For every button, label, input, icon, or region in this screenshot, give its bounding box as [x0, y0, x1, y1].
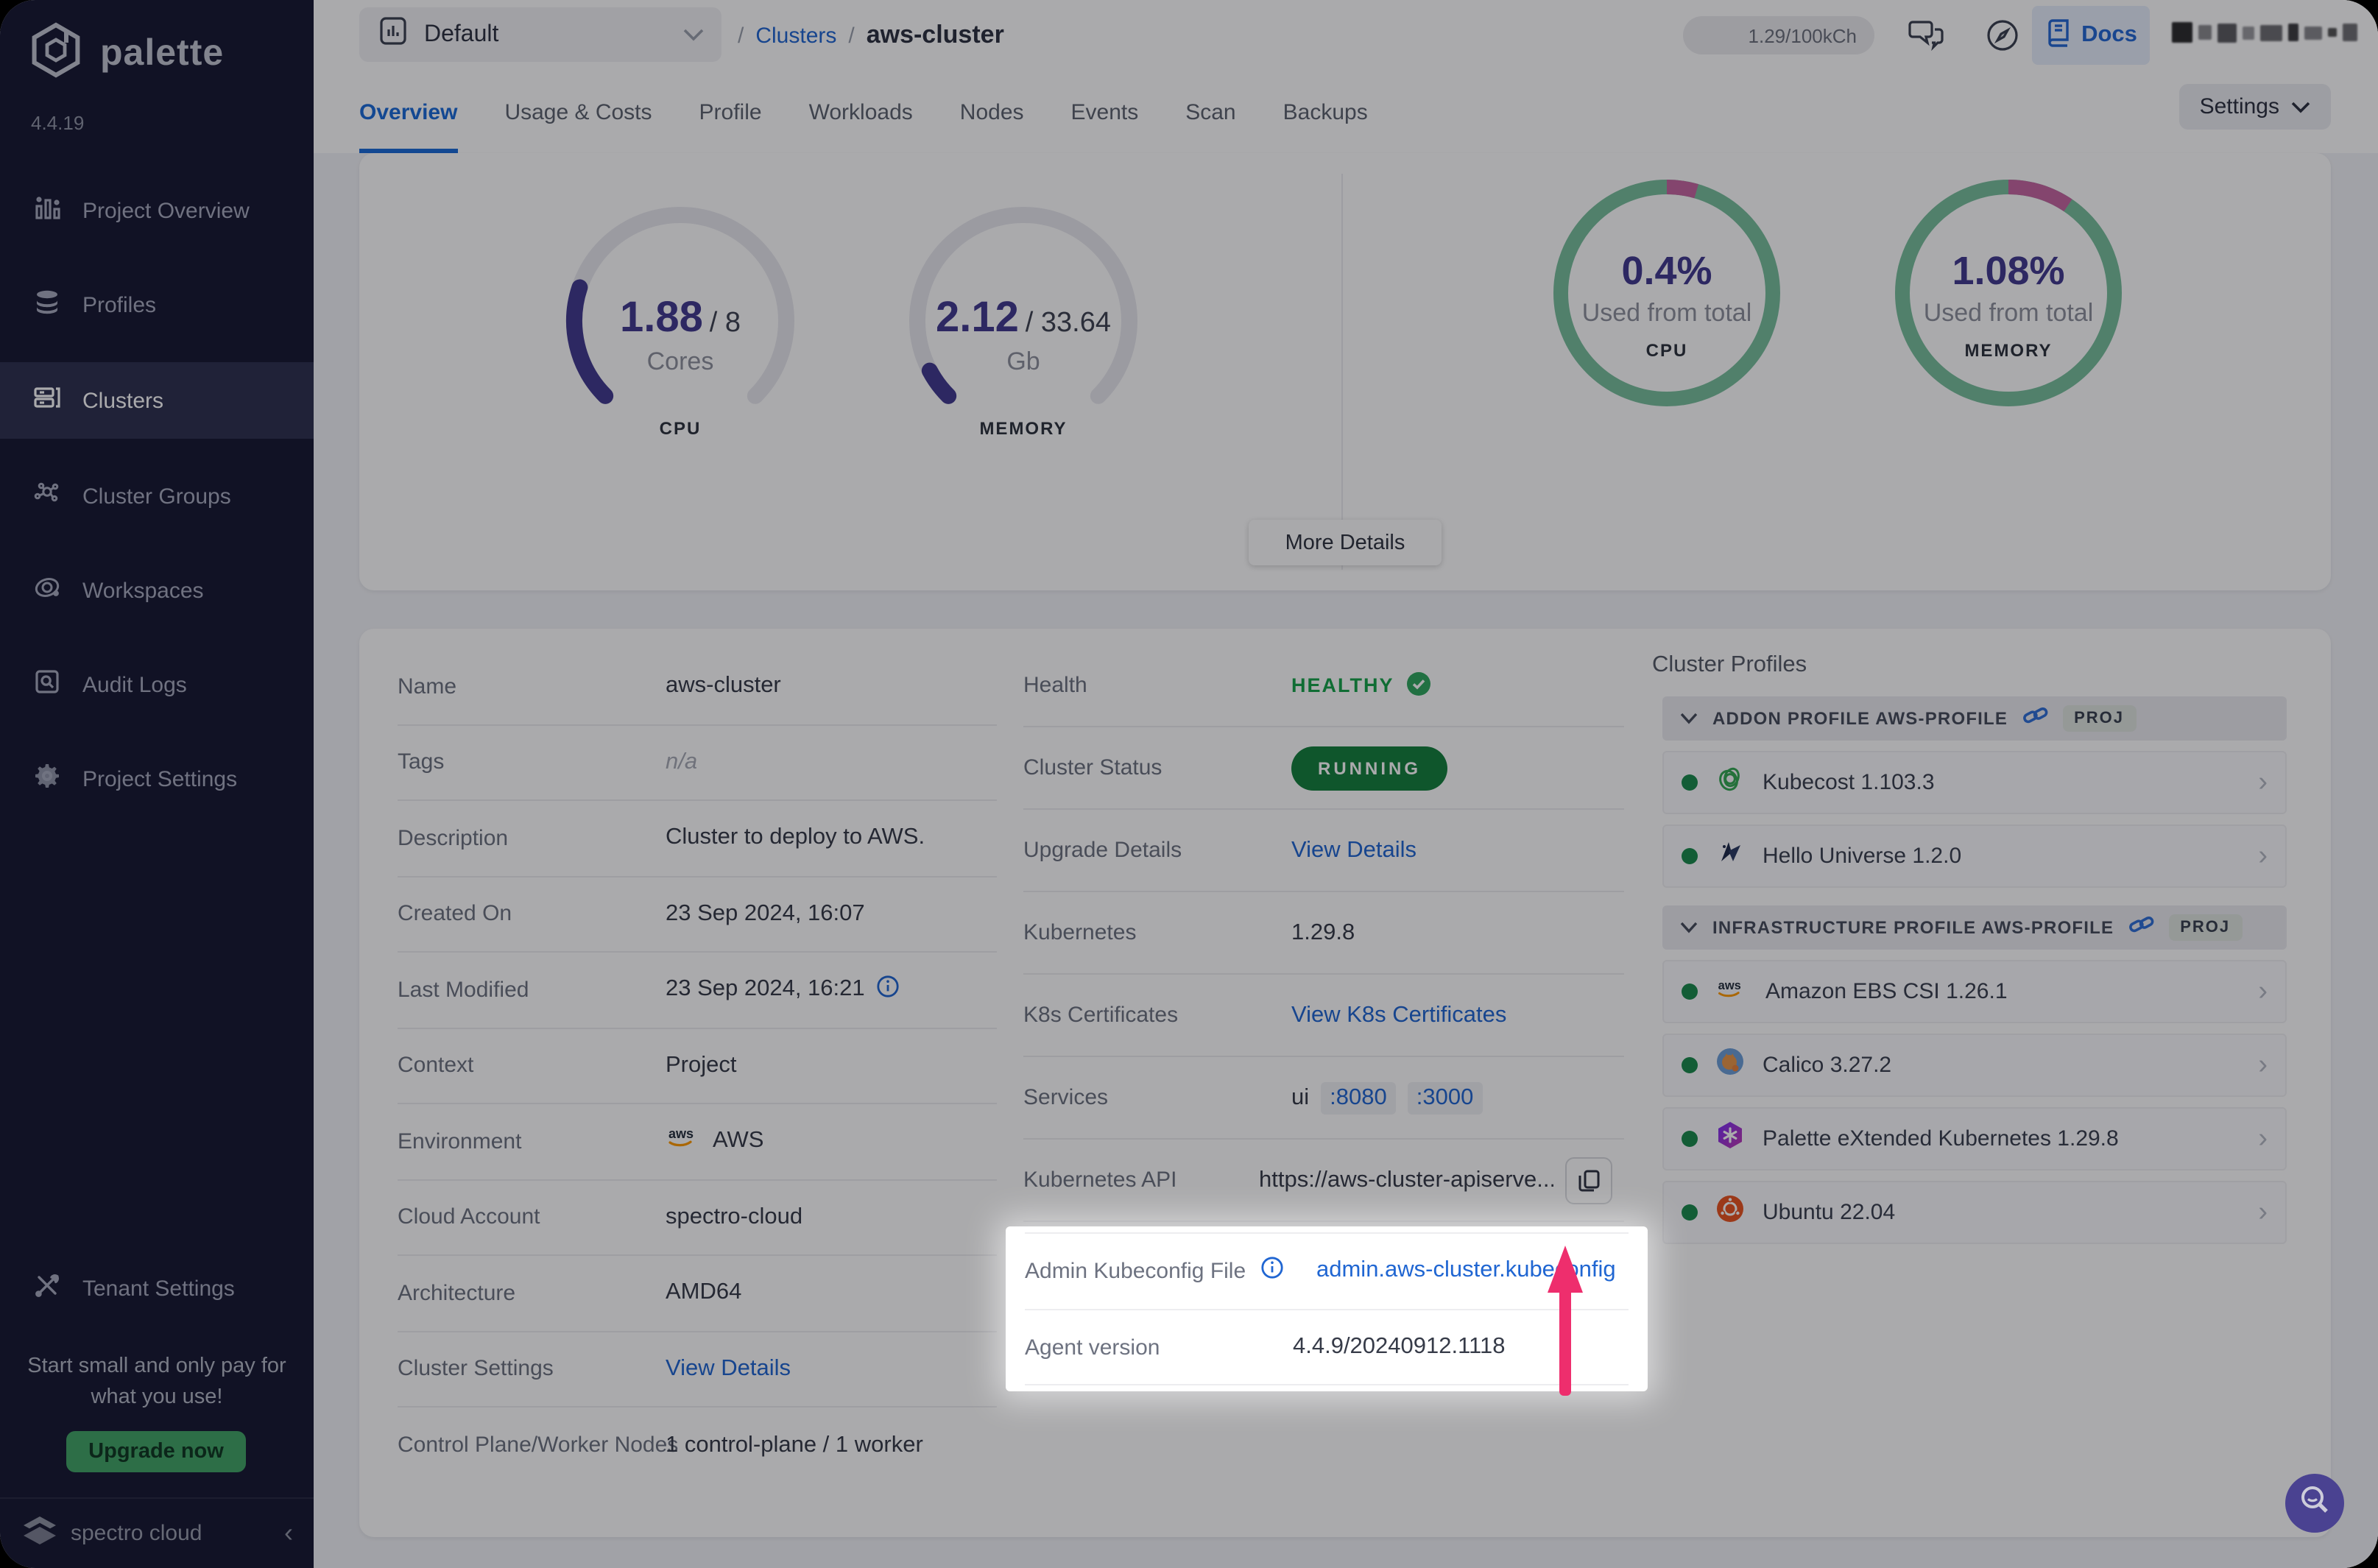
highlight-arrow-icon: [1542, 1246, 1589, 1406]
divider: [1025, 1309, 1629, 1310]
info-icon[interactable]: [1260, 1255, 1284, 1286]
admin-kubeconfig-row: Admin Kubeconfig File admin.aws-cluster.…: [1025, 1235, 1629, 1306]
search-assistant-widget-button[interactable]: [2285, 1474, 2344, 1533]
magnifier-smile-icon: [2298, 1483, 2331, 1523]
app-window: palette 4.4.19 Project Overview Profiles…: [0, 0, 2378, 1568]
screen: palette 4.4.19 Project Overview Profiles…: [0, 0, 2378, 1568]
divider: [1025, 1384, 1629, 1385]
agent-version-row: Agent version 4.4.9/20240912.1118: [1025, 1334, 1506, 1360]
divider: [1025, 1232, 1629, 1234]
